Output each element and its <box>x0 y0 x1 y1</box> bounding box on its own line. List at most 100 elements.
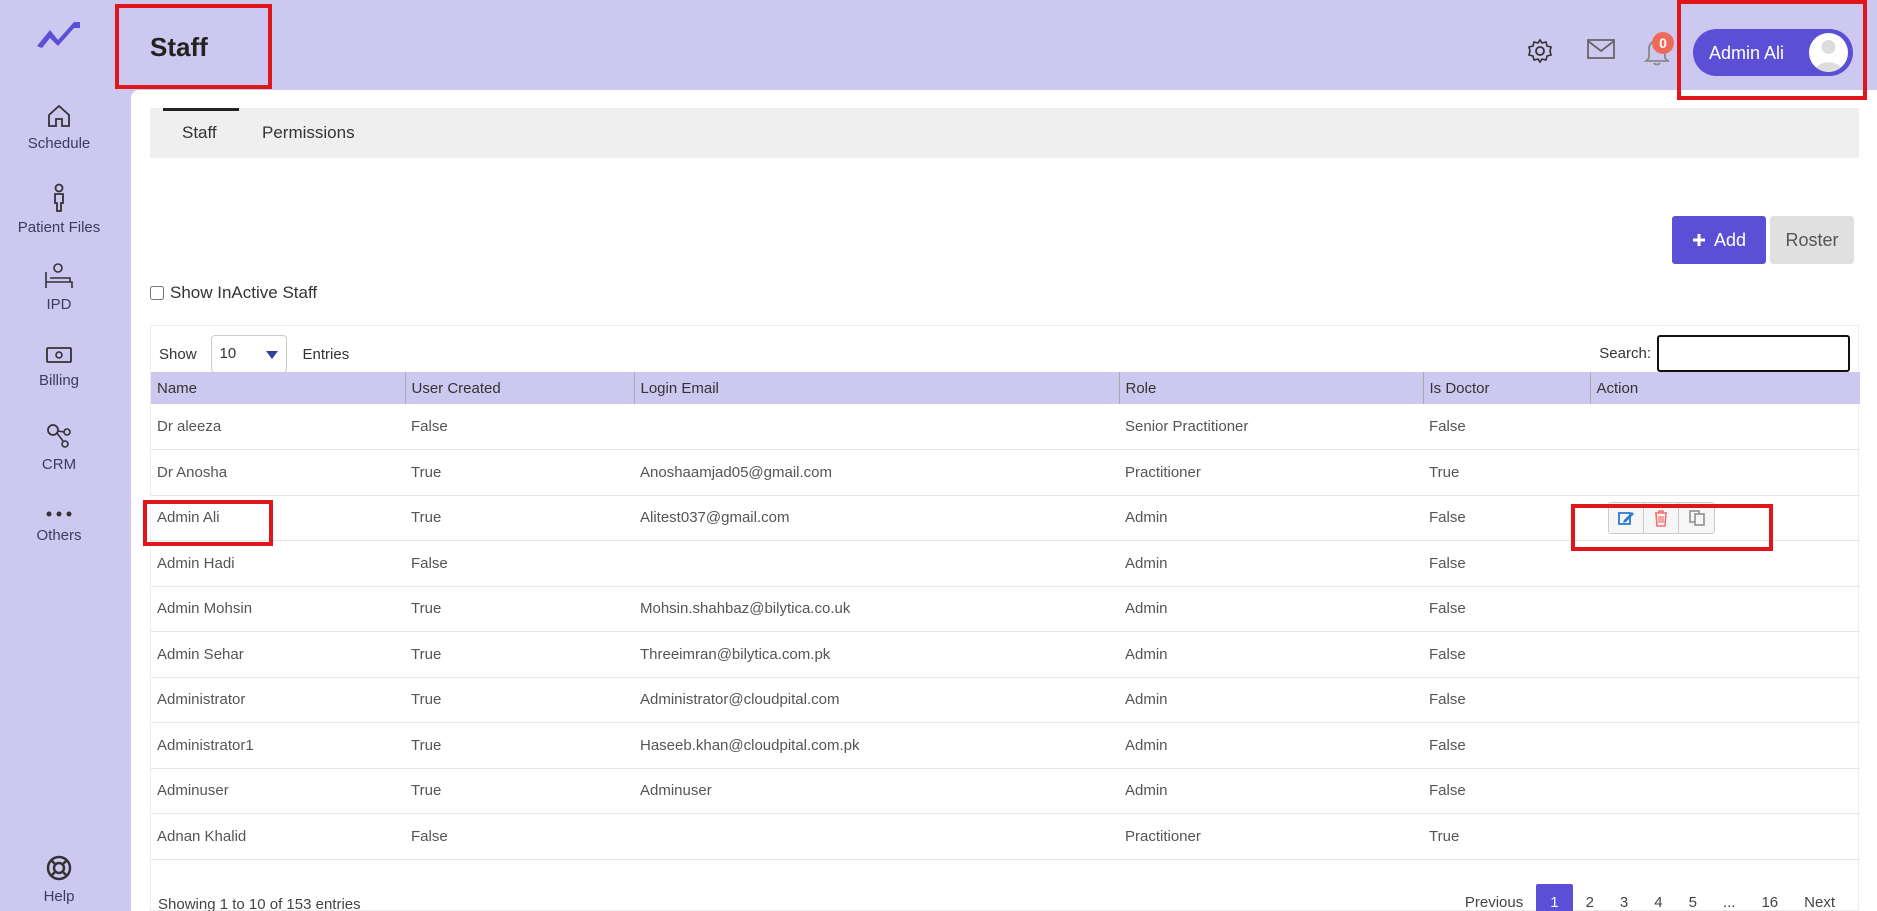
page-title: Staff <box>150 32 208 62</box>
cell-role: Admin <box>1119 586 1423 632</box>
more-dots-icon <box>46 511 72 517</box>
table-row[interactable]: Dr aleeza False Senior Practitioner Fals… <box>151 404 1860 450</box>
tabs-bar: Staff Permissions <box>150 108 1859 158</box>
delete-button[interactable] <box>1644 502 1679 533</box>
pagination-page[interactable]: 2 <box>1573 884 1607 911</box>
cell-is-doctor: False <box>1423 586 1590 632</box>
column-header-role[interactable]: Role <box>1119 372 1424 404</box>
cell-role: Practitioner <box>1119 813 1423 860</box>
column-header-name[interactable]: Name <box>151 372 406 404</box>
show-inactive-checkbox[interactable] <box>150 286 164 300</box>
sidebar-item-label: Help <box>43 888 75 905</box>
cell-login-email: Alitest037@gmail.com <box>634 495 1119 541</box>
cell-is-doctor: True <box>1423 813 1590 860</box>
cell-login-email <box>634 813 1119 860</box>
user-name: Admin Ali <box>1709 43 1785 63</box>
sidebar-item-help[interactable]: Help <box>0 854 118 905</box>
cell-role: Admin <box>1119 540 1423 587</box>
cell-user-created: False <box>405 404 634 450</box>
cell-is-doctor: False <box>1423 631 1590 678</box>
main-content: Staff Permissions Add Roster Show InActi… <box>131 90 1877 911</box>
cell-role: Admin <box>1119 677 1423 723</box>
chevron-down-icon <box>265 351 278 359</box>
pagination-previous[interactable]: Previous <box>1452 884 1536 911</box>
cell-name: Admin Mohsin <box>151 586 405 632</box>
pagination-page[interactable]: 4 <box>1641 884 1675 911</box>
user-menu-button[interactable]: Admin Ali <box>1693 29 1853 76</box>
pagination-page[interactable]: 16 <box>1748 884 1791 911</box>
table-row[interactable]: Admin Hadi False Admin False <box>151 540 1860 587</box>
column-header-login-email[interactable]: Login Email <box>634 372 1120 404</box>
add-button-label: Add <box>1713 229 1747 250</box>
show-inactive-label: Show InActive Staff <box>170 283 318 302</box>
show-label: Show <box>159 345 197 363</box>
cell-action <box>1590 813 1860 860</box>
cell-login-email <box>634 404 1119 450</box>
pagination-page[interactable]: 1 <box>1536 884 1573 911</box>
cell-is-doctor: False <box>1423 677 1590 723</box>
cell-role: Admin <box>1119 631 1423 678</box>
mail-icon[interactable] <box>1587 38 1615 60</box>
table-row[interactable]: Administrator True Administrator@cloudpi… <box>151 677 1860 723</box>
sidebar-item-patient-files[interactable]: Patient Files <box>0 183 118 236</box>
cell-user-created: True <box>405 677 634 723</box>
table-row[interactable]: Admin Sehar True Threeimran@bilytica.com… <box>151 631 1860 678</box>
home-icon <box>48 104 70 127</box>
cell-name: Admin Hadi <box>151 540 405 587</box>
cell-user-created: False <box>405 813 634 860</box>
user-silhouette-icon <box>1815 40 1842 72</box>
column-header-user-created[interactable]: User Created <box>405 372 635 404</box>
gear-icon[interactable] <box>1527 38 1553 64</box>
table-row[interactable]: Adnan Khalid False Practitioner True <box>151 813 1860 860</box>
copy-button[interactable] <box>1679 502 1714 533</box>
logo-icon[interactable] <box>34 18 84 54</box>
column-header-is-doctor[interactable]: Is Doctor <box>1423 372 1591 404</box>
cell-login-email: Adminuser <box>634 768 1119 814</box>
table-row[interactable]: Administrator1 True Haseeb.khan@cloudpit… <box>151 722 1860 769</box>
lifebuoy-icon <box>46 855 72 881</box>
table-row[interactable]: Admin Ali True Alitest037@gmail.com Admi… <box>151 495 1860 541</box>
sidebar-item-crm[interactable]: CRM <box>0 422 118 473</box>
show-inactive-toggle[interactable]: Show InActive Staff <box>150 283 317 303</box>
sidebar-item-billing[interactable]: Billing <box>0 344 118 389</box>
cell-action <box>1590 586 1860 632</box>
entries-label: Entries <box>302 345 350 363</box>
sidebar-item-label: Billing <box>38 372 80 389</box>
cell-user-created: True <box>405 722 634 769</box>
cell-role: Senior Practitioner <box>1119 404 1423 450</box>
cell-login-email: Anoshaamjad05@gmail.com <box>634 449 1119 496</box>
edit-button[interactable] <box>1609 502 1644 533</box>
table-row[interactable]: Dr Anosha True Anoshaamjad05@gmail.com P… <box>151 449 1860 496</box>
tab-permissions[interactable]: Permissions <box>262 123 355 143</box>
pagination-ellipsis: ... <box>1722 894 1736 911</box>
copy-icon <box>1688 510 1705 526</box>
add-staff-button[interactable]: Add <box>1672 216 1766 264</box>
search-input[interactable] <box>1657 335 1850 372</box>
cell-role: Practitioner <box>1119 449 1423 496</box>
cell-user-created: True <box>405 449 634 496</box>
sidebar-item-label: Patient Files <box>17 219 101 236</box>
pagination-page[interactable]: 3 <box>1607 884 1641 911</box>
cell-name: Dr Anosha <box>151 449 405 496</box>
entries-select[interactable]: 10 <box>210 335 287 373</box>
pagination-next[interactable]: Next <box>1791 884 1848 911</box>
cell-action <box>1590 540 1860 587</box>
entries-value: 10 <box>219 345 237 362</box>
active-tab-indicator <box>163 108 239 111</box>
cell-action <box>1590 449 1860 496</box>
roster-button[interactable]: Roster <box>1770 216 1854 264</box>
cell-login-email: Threeimran@bilytica.com.pk <box>634 631 1119 678</box>
pagination-page[interactable]: 5 <box>1676 884 1710 911</box>
table-row[interactable]: Adminuser True Adminuser Admin False <box>151 768 1860 814</box>
sidebar-item-schedule[interactable]: Schedule <box>0 103 118 152</box>
tab-staff[interactable]: Staff <box>182 123 217 143</box>
sidebar-item-ipd[interactable]: IPD <box>0 262 118 313</box>
bed-icon <box>45 263 73 288</box>
sidebar: Schedule Patient Files IPD Billing CRM O… <box>0 0 131 911</box>
cell-login-email <box>634 540 1119 587</box>
cell-user-created: True <box>405 586 634 632</box>
sidebar-item-others[interactable]: Others <box>0 507 118 544</box>
cell-action <box>1590 768 1860 814</box>
cell-name: Administrator1 <box>151 722 405 769</box>
table-row[interactable]: Admin Mohsin True Mohsin.shahbaz@bilytic… <box>151 586 1860 632</box>
